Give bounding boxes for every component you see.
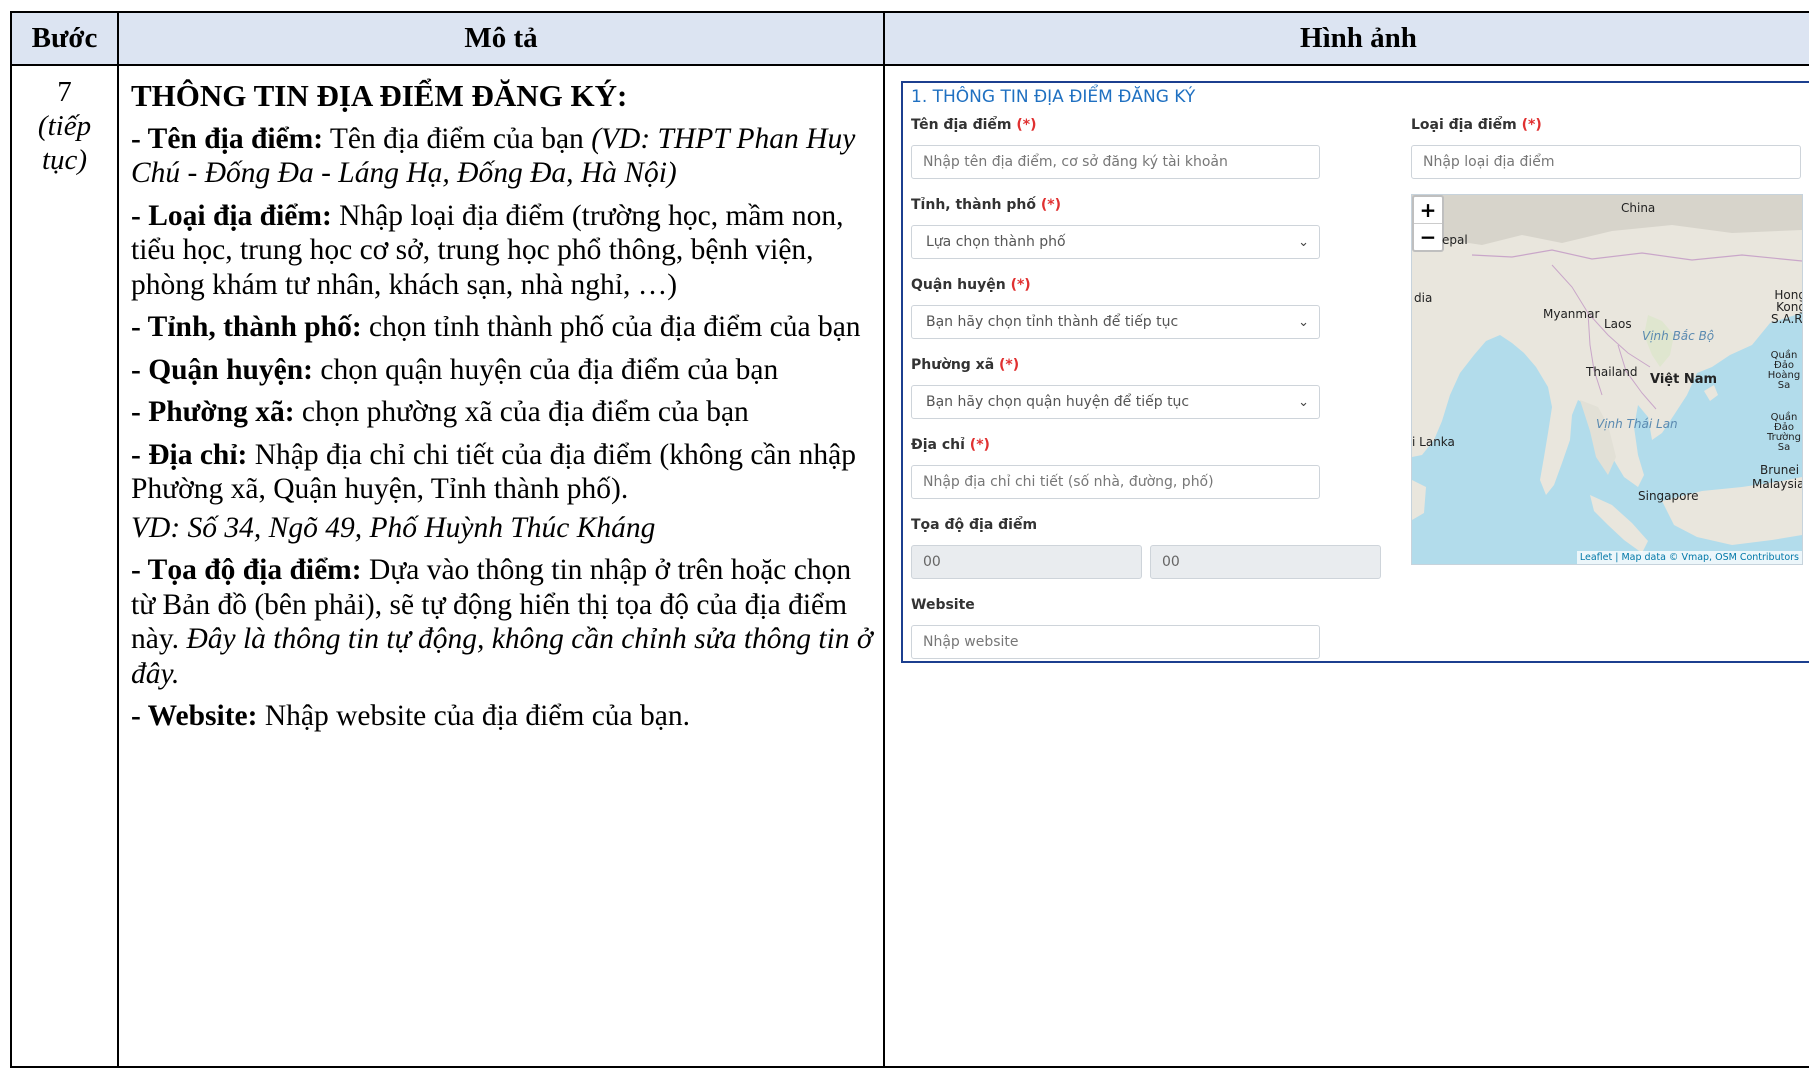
website-input[interactable]: Nhập website [911, 625, 1320, 659]
map-label-srilanka: i Lanka [1412, 435, 1455, 449]
district-select[interactable]: Bạn hãy chọn tỉnh thành để tiếp tục ⌄ [911, 305, 1320, 339]
map-label-singapore: Singapore [1638, 489, 1699, 503]
desc-address-example: VD: Số 34, Ngõ 49, Phố Huỳnh Thúc Kháng [131, 511, 656, 544]
district-label: Quận huyện (*) [911, 277, 1031, 293]
map-label-china: China [1621, 201, 1656, 215]
latitude-input[interactable]: 00 [911, 545, 1142, 579]
desc-item-type: - Loại địa điểm: Nhập loại địa điểm (trư… [131, 199, 844, 301]
longitude-input[interactable]: 00 [1150, 545, 1381, 579]
zoom-out-button[interactable]: − [1414, 223, 1442, 250]
map-label-thailand: Thailand [1586, 365, 1638, 379]
step-number: 7 [57, 76, 72, 108]
desc-item-coords: - Tọa độ địa điểm: Dựa vào thông tin nhậ… [131, 554, 873, 690]
address-label: Địa chỉ (*) [911, 437, 990, 453]
zoom-in-button[interactable]: + [1414, 197, 1442, 223]
map-label-laos: Laos [1604, 317, 1632, 331]
desc-item-name: - Tên địa điểm: Tên địa điểm của bạn (VD… [131, 122, 856, 190]
type-input[interactable]: Nhập loại địa điểm [1411, 145, 1801, 179]
step-cell: 7 (tiếp tục) [10, 64, 119, 1068]
description-cell: THÔNG TIN ĐỊA ĐIỂM ĐĂNG KÝ: - Tên địa đi… [117, 64, 885, 1068]
map-label-vietnam: Việt Nam [1650, 372, 1718, 387]
header-description: Mô tả [117, 11, 885, 66]
desc-item-district: - Quận huyện: chọn quận huyện của địa đi… [131, 353, 779, 386]
desc-item-website: - Website: Nhập website của địa điểm của… [131, 700, 690, 732]
map-zoom-control: + − [1412, 195, 1444, 252]
province-label: Tỉnh, thành phố (*) [911, 197, 1061, 213]
ward-label: Phường xã (*) [911, 357, 1020, 373]
map-label-gulf-thailand: Vịnh Thái Lan [1596, 417, 1678, 431]
coords-label: Tọa độ địa điểm [911, 517, 1038, 533]
map-label-gulf-tonkin: Vịnh Bắc Bộ [1642, 329, 1715, 343]
map-label-paracel: Quần Đảo Hoàng Sa [1767, 350, 1801, 391]
type-label: Loại địa điểm (*) [1411, 117, 1542, 133]
header-image: Hình ảnh [883, 11, 1809, 66]
website-label: Website [911, 597, 975, 613]
desc-item-province: - Tỉnh, thành phố: chọn tỉnh thành phố c… [131, 311, 861, 343]
map-label-myanmar: Myanmar [1543, 307, 1600, 321]
map-label-nepal: epal [1442, 233, 1468, 247]
name-input[interactable]: Nhập tên địa điểm, cơ sở đăng ký tài kho… [911, 145, 1320, 179]
chevron-down-icon: ⌄ [1298, 395, 1309, 410]
header-step: Bước [10, 11, 119, 66]
location-map[interactable]: + − China epal dia Myanmar Laos Vịnh Bắc… [1411, 194, 1803, 565]
desc-item-ward: - Phường xã: chọn phường xã của địa điểm… [131, 396, 749, 428]
description-heading: THÔNG TIN ĐỊA ĐIỂM ĐĂNG KÝ: [131, 78, 628, 113]
form-section-title: 1. THÔNG TIN ĐỊA ĐIỂM ĐĂNG KÝ [911, 87, 1196, 107]
name-label: Tên địa điểm (*) [911, 117, 1037, 133]
map-attribution[interactable]: Leaflet | Map data © Vmap, OSM Contribut… [1576, 551, 1802, 564]
chevron-down-icon: ⌄ [1298, 315, 1309, 330]
form-screenshot: 1. THÔNG TIN ĐỊA ĐIỂM ĐĂNG KÝ Tên địa đi… [901, 81, 1809, 663]
map-label-brunei: Brunei [1760, 463, 1800, 477]
chevron-down-icon: ⌄ [1298, 235, 1309, 250]
desc-item-address: - Địa chỉ: Nhập địa chỉ chi tiết của địa… [131, 438, 856, 506]
map-label-hongkong: Hong Kong S.A.R. [1771, 288, 1803, 326]
ward-select[interactable]: Bạn hãy chọn quận huyện để tiếp tục ⌄ [911, 385, 1320, 419]
map-label-india: dia [1414, 291, 1433, 305]
map-label-malaysia: Malaysia [1752, 477, 1803, 491]
map-label-spratly: Quần Đảo Trường Sa [1767, 412, 1801, 453]
step-note: (tiếp tục) [37, 110, 92, 176]
map-land-shapes [1412, 195, 1802, 553]
address-input[interactable]: Nhập địa chỉ chi tiết (số nhà, đường, ph… [911, 465, 1320, 499]
province-select[interactable]: Lựa chọn thành phố ⌄ [911, 225, 1320, 259]
